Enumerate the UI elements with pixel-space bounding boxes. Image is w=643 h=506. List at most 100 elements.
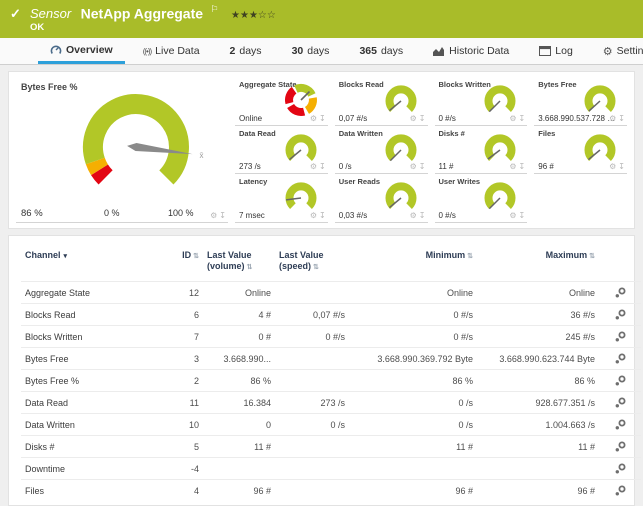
cell-actions [599,480,641,502]
edit-channel-icon[interactable] [615,309,626,320]
channel-gauge-cell[interactable]: Aggregate StateOnline⚙↧ [235,77,328,126]
channel-gauge-cell[interactable]: User Reads 0,03 #/s⚙↧ [335,174,428,223]
edit-channel-icon[interactable] [615,441,626,452]
gauge-label: User Writes [439,177,481,186]
sort-icon[interactable]: ⇅ [467,253,473,260]
cell-minimum: 0 #/s [349,326,477,348]
edit-channel-icon[interactable] [615,397,626,408]
cell-id: 10 [159,414,203,436]
radial-gauge [284,180,318,214]
gauge-value: 11 # [439,162,454,171]
tab-label: Settings [617,45,643,57]
channel-gauge-cell[interactable]: Bytes Free 3.668.990.537.728 …⚙↧ [534,77,627,126]
channel-gauge-cell[interactable]: Blocks Read 0,07 #/s⚙↧ [335,77,428,126]
edit-channel-icon[interactable] [615,375,626,386]
pin-icon[interactable]: ↧ [519,162,526,171]
pin-icon[interactable]: ↧ [319,114,326,123]
pin-icon[interactable]: ↧ [618,162,625,171]
tab-30-days[interactable]: 30 days [280,38,342,64]
pin-icon[interactable]: ↧ [419,114,426,123]
edit-channel-icon[interactable] [615,353,626,364]
gauge-label: Data Written [339,129,383,138]
channel-gauge-cell[interactable]: Data Written 0 /s ⚙↧ [335,126,428,175]
column-header-id[interactable]: ID⇅ [159,244,203,282]
gear-icon[interactable]: ⚙ [210,211,217,220]
flag-icon[interactable]: ⚐ [211,4,219,14]
radial-gauge [284,132,318,166]
channel-gauge-cell[interactable]: User Writes 0 #/s⚙↧ [435,174,528,223]
gear-icon[interactable]: ⚙ [609,162,616,171]
sort-desc-icon[interactable]: ▾ [64,253,68,260]
gear-icon[interactable]: ⚙ [509,162,516,171]
pin-icon[interactable]: ↧ [219,211,226,220]
cell-channel: Data Written [21,414,159,436]
gauge-max-label: 100 % [168,208,194,218]
column-header-last-value-speed[interactable]: Last Value (speed)⇅ [275,244,349,282]
cell-last-value-speed [275,480,349,502]
gauge-value: 3.668.990.537.728 … [538,114,608,123]
tab-bar: Overview ((•)) Live Data 2 days 30 days … [0,38,643,65]
primary-channel-gauge-cell[interactable]: Bytes Free % x̄ 86 % 0 % 100 % ⚙ ↧ [16,77,228,223]
cell-channel: Downtime [21,458,159,480]
gauge-value: Online [239,114,262,123]
edit-channel-icon[interactable] [615,419,626,430]
pin-icon[interactable]: ↧ [618,114,625,123]
sensor-type-label: Sensor [30,6,71,21]
gear-icon[interactable]: ⚙ [509,114,516,123]
cell-id: 7 [159,326,203,348]
channel-gauge-cell[interactable]: Files 96 #⚙↧ [534,126,627,175]
tab-2-days[interactable]: 2 days [218,38,274,64]
cell-last-value-speed: 0,07 #/s [275,304,349,326]
priority-stars[interactable]: ★★★☆☆ [231,10,276,21]
tab-overview[interactable]: Overview [38,38,125,64]
radial-gauge [384,180,418,214]
column-header-last-value-volume[interactable]: Last Value (volume)⇅ [203,244,275,282]
cell-maximum: 928.677.351 /s [477,392,599,414]
table-row: Bytes Free33.668.990...3.668.990.369.792… [21,348,641,370]
edit-channel-icon[interactable] [615,463,626,474]
tab-live-data[interactable]: ((•)) Live Data [131,38,212,64]
gear-icon[interactable]: ⚙ [310,211,317,220]
sort-icon[interactable]: ⇅ [247,264,253,271]
cell-last-value-volume [203,458,275,480]
cell-minimum: 86 % [349,370,477,392]
cell-last-value-speed [275,370,349,392]
channel-table-panel: Channel▾ ID⇅ Last Value (volume)⇅ Last V… [8,235,635,506]
gauge-label: Disks # [439,129,465,138]
gear-icon[interactable]: ⚙ [410,211,417,220]
tab-settings[interactable]: ⚙ Settings [591,38,643,64]
channel-gauge-cell[interactable]: Latency 7 msec⚙↧ [235,174,328,223]
column-header-channel[interactable]: Channel▾ [21,244,159,282]
gauge-value: 0 /s [339,162,352,171]
gear-icon[interactable]: ⚙ [410,114,417,123]
pin-icon[interactable]: ↧ [319,211,326,220]
channel-gauge-cell[interactable]: Blocks Written 0 #/s⚙↧ [435,77,528,126]
tab-365-days[interactable]: 365 days [347,38,415,64]
cell-minimum: 0 /s [349,392,477,414]
pin-icon[interactable]: ↧ [519,114,526,123]
gear-icon[interactable]: ⚙ [410,162,417,171]
gear-icon[interactable]: ⚙ [609,114,616,123]
channel-gauge-cell[interactable]: Data Read 273 /s⚙↧ [235,126,328,175]
gear-icon[interactable]: ⚙ [310,162,317,171]
cell-last-value-speed [275,282,349,304]
tab-historic-data[interactable]: Historic Data [421,38,521,64]
sort-icon[interactable]: ⇅ [193,253,199,260]
cell-actions [599,436,641,458]
gear-icon[interactable]: ⚙ [310,114,317,123]
edit-channel-icon[interactable] [615,331,626,342]
sort-icon[interactable]: ⇅ [589,253,595,260]
pin-icon[interactable]: ↧ [519,211,526,220]
pin-icon[interactable]: ↧ [419,211,426,220]
pin-icon[interactable]: ↧ [319,162,326,171]
edit-channel-icon[interactable] [615,485,626,496]
tab-log[interactable]: Log [527,38,585,64]
column-header-minimum[interactable]: Minimum⇅ [349,244,477,282]
channel-gauge-cell[interactable]: Disks # 11 # ⚙↧ [435,126,528,175]
sort-icon[interactable]: ⇅ [313,264,319,271]
edit-channel-icon[interactable] [615,287,626,298]
pin-icon[interactable]: ↧ [419,162,426,171]
gear-icon[interactable]: ⚙ [509,211,516,220]
column-header-maximum[interactable]: Maximum⇅ [477,244,599,282]
tab-label-number: 30 [292,45,304,57]
